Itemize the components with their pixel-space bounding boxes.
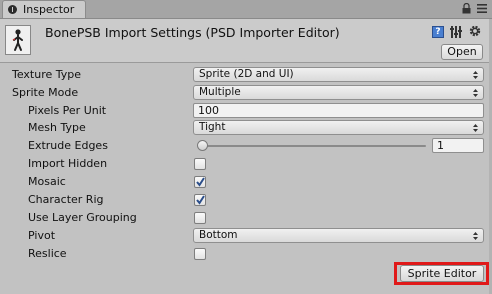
mosaic-label: Mosaic bbox=[28, 175, 66, 188]
extrude-edges-field[interactable]: 1 bbox=[432, 138, 484, 153]
inspector-header: BonePSB Import Settings (PSD Importer Ed… bbox=[0, 19, 492, 63]
sprite-mode-value: Multiple bbox=[199, 86, 241, 98]
import-hidden-label: Import Hidden bbox=[28, 157, 108, 170]
row-texture-type: Texture Type Sprite (2D and UI) bbox=[0, 66, 492, 84]
psb-asset-icon bbox=[5, 25, 31, 55]
use-layer-grouping-label: Use Layer Grouping bbox=[28, 211, 137, 224]
dropdown-arrow-icon bbox=[473, 232, 478, 240]
texture-type-value: Sprite (2D and UI) bbox=[199, 68, 294, 80]
reslice-checkbox[interactable] bbox=[194, 248, 206, 260]
texture-type-label: Texture Type bbox=[12, 68, 82, 81]
sprite-editor-button[interactable]: Sprite Editor bbox=[400, 265, 484, 282]
mesh-type-dropdown[interactable]: Tight bbox=[193, 120, 484, 135]
gear-icon[interactable] bbox=[468, 24, 482, 38]
tab-label: Inspector bbox=[23, 3, 75, 16]
pixels-per-unit-field[interactable]: 100 bbox=[193, 103, 484, 118]
open-button[interactable]: Open bbox=[441, 44, 483, 60]
pixels-per-unit-value: 100 bbox=[198, 104, 219, 117]
extrude-edges-slider-thumb[interactable] bbox=[197, 140, 208, 151]
extrude-edges-slider-track[interactable] bbox=[200, 145, 426, 147]
row-pivot: Pivot Bottom bbox=[0, 227, 492, 245]
mesh-type-value: Tight bbox=[199, 121, 226, 133]
inspector-icon bbox=[8, 5, 17, 14]
tab-inspector[interactable]: Inspector bbox=[2, 0, 86, 18]
row-extrude-edges: Extrude Edges 1 bbox=[0, 137, 492, 155]
lock-icon[interactable] bbox=[462, 3, 471, 14]
character-rig-label: Character Rig bbox=[28, 193, 104, 206]
dropdown-arrow-icon bbox=[473, 124, 478, 132]
mesh-type-label: Mesh Type bbox=[28, 121, 86, 134]
import-hidden-checkbox[interactable] bbox=[194, 158, 206, 170]
sprite-mode-dropdown[interactable]: Multiple bbox=[193, 85, 484, 100]
character-rig-checkbox[interactable] bbox=[194, 194, 206, 206]
extrude-edges-label: Extrude Edges bbox=[28, 139, 108, 152]
sprite-mode-label: Sprite Mode bbox=[12, 86, 79, 99]
pixels-per-unit-label: Pixels Per Unit bbox=[28, 104, 107, 117]
help-icon[interactable]: ? bbox=[432, 26, 444, 38]
mosaic-checkbox[interactable] bbox=[194, 176, 206, 188]
row-mosaic: Mosaic bbox=[0, 173, 492, 191]
checkmark-icon bbox=[196, 177, 205, 187]
dropdown-arrow-icon bbox=[473, 89, 478, 97]
reslice-label: Reslice bbox=[28, 247, 67, 260]
row-reslice: Reslice bbox=[0, 245, 492, 263]
preset-icon[interactable] bbox=[450, 25, 462, 39]
use-layer-grouping-checkbox[interactable] bbox=[194, 212, 206, 224]
row-pixels-per-unit: Pixels Per Unit 100 bbox=[0, 102, 492, 120]
row-mesh-type: Mesh Type Tight bbox=[0, 119, 492, 137]
asset-title: BonePSB Import Settings (PSD Importer Ed… bbox=[45, 25, 340, 40]
pivot-value: Bottom bbox=[199, 229, 238, 241]
texture-type-dropdown[interactable]: Sprite (2D and UI) bbox=[193, 67, 484, 82]
row-use-layer-grouping: Use Layer Grouping bbox=[0, 209, 492, 227]
pivot-label: Pivot bbox=[28, 229, 56, 242]
row-character-rig: Character Rig bbox=[0, 191, 492, 209]
tab-bar: Inspector bbox=[0, 0, 492, 19]
dropdown-arrow-icon bbox=[473, 71, 478, 79]
row-import-hidden: Import Hidden bbox=[0, 155, 492, 173]
menu-icon[interactable] bbox=[477, 3, 487, 14]
row-sprite-mode: Sprite Mode Multiple bbox=[0, 84, 492, 102]
extrude-edges-value: 1 bbox=[437, 139, 444, 152]
pivot-dropdown[interactable]: Bottom bbox=[193, 228, 484, 243]
checkmark-icon bbox=[196, 195, 205, 205]
